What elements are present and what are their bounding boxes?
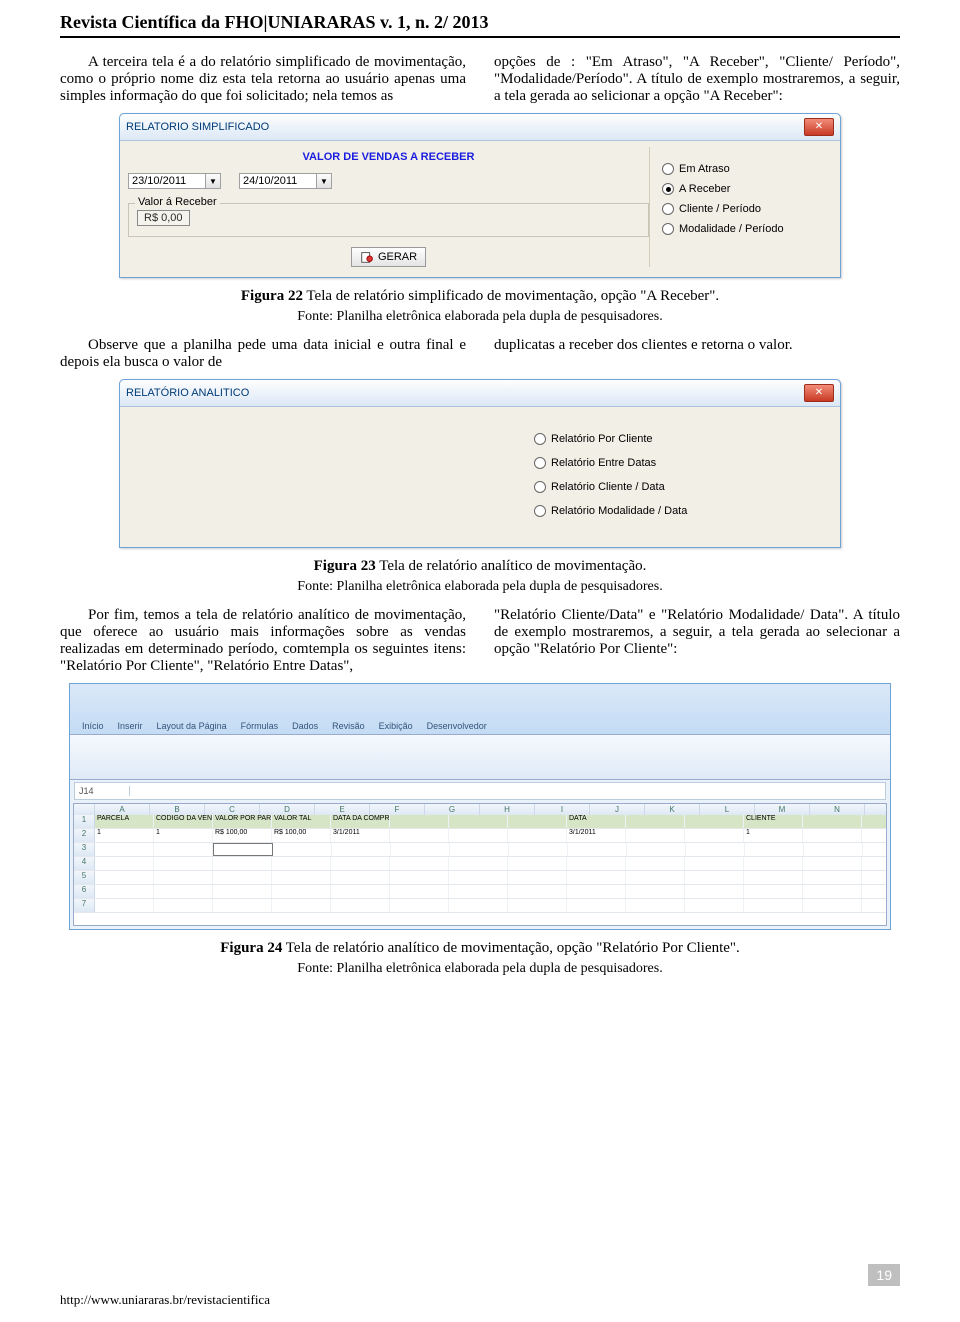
fig24-caption: Figura 24 Tela de relatório analítico de… [60, 940, 900, 957]
gerar-label: GERAR [378, 251, 417, 263]
opt-rel-modalidade-data[interactable]: Relatório Modalidade / Data [534, 505, 834, 517]
ribbon-tab[interactable]: Layout da Página [151, 718, 233, 734]
ribbon-tab[interactable]: Início [76, 718, 110, 734]
footer-url: http://www.uniararas.br/revistacientific… [60, 1292, 270, 1308]
formula-bar[interactable]: J14 [74, 782, 886, 800]
opt-modalidade-periodo[interactable]: Modalidade / Período [662, 223, 832, 235]
table-header-row: 1 PARCELACÓDIGO DA VENDAVALOR POR PARCEL… [74, 815, 886, 829]
opt-label: Modalidade / Período [679, 223, 784, 235]
fig22-options: Em Atraso A Receber Cliente / Período Mo… [649, 147, 832, 267]
valor-group: Valor á Receber R$ 0,00 [128, 203, 649, 237]
excel-ribbon-tabs: Início Inserir Layout da Página Fórmulas… [70, 684, 890, 735]
close-icon[interactable]: ✕ [804, 118, 834, 136]
fig23-window: RELATÓRIO ANALITICO ✕ Relatório Por Clie… [119, 379, 841, 548]
date-end[interactable]: ▼ [239, 173, 332, 189]
cell-reference[interactable]: J14 [75, 786, 130, 796]
ribbon-tab[interactable]: Dados [286, 718, 324, 734]
chevron-down-icon[interactable]: ▼ [317, 173, 332, 189]
paragraph-3-left: Por fim, temos a tela de relatório analí… [60, 607, 466, 675]
ribbon-tab[interactable]: Inserir [112, 718, 149, 734]
page-number: 19 [868, 1264, 900, 1286]
opt-rel-cliente-data[interactable]: Relatório Cliente / Data [534, 481, 834, 493]
close-icon[interactable]: ✕ [804, 384, 834, 402]
date-start-input[interactable] [128, 173, 206, 189]
fig24-excel: Início Inserir Layout da Página Fórmulas… [69, 683, 891, 930]
report-icon [360, 250, 374, 264]
fig22-fonte: Fonte: Planilha eletrônica elaborada pel… [60, 309, 900, 325]
valor-group-legend: Valor á Receber [135, 196, 220, 208]
ribbon-tab[interactable]: Desenvolvedor [421, 718, 493, 734]
table-row[interactable]: 6 [74, 885, 886, 899]
date-end-input[interactable] [239, 173, 317, 189]
table-row[interactable]: 3 [74, 843, 886, 857]
fig22-caption: Figura 22 Tela de relatório simplificado… [60, 288, 900, 305]
opt-rel-por-cliente[interactable]: Relatório Por Cliente [534, 433, 834, 445]
fig23-title: RELATÓRIO ANALITICO [126, 387, 249, 399]
opt-label: A Receber [679, 183, 730, 195]
fig23-options: Relatório Por Cliente Relatório Entre Da… [534, 417, 834, 533]
date-start[interactable]: ▼ [128, 173, 221, 189]
fig24-fonte: Fonte: Planilha eletrônica elaborada pel… [60, 961, 900, 977]
ribbon-tab[interactable]: Fórmulas [235, 718, 285, 734]
opt-em-atraso[interactable]: Em Atraso [662, 163, 832, 175]
paragraph-1-left: A terceira tela é a do relatório simplif… [60, 54, 466, 105]
excel-sheet[interactable]: ABCDEFGHIJKLMN 1 PARCELACÓDIGO DA VENDAV… [73, 803, 887, 926]
opt-a-receber[interactable]: A Receber [662, 183, 832, 195]
journal-header: Revista Científica da FHO|UNIARARAS v. 1… [60, 12, 900, 38]
column-headers: ABCDEFGHIJKLMN [74, 804, 886, 815]
opt-label: Relatório Modalidade / Data [551, 505, 687, 517]
table-row[interactable]: 4 [74, 857, 886, 871]
opt-label: Relatório Por Cliente [551, 433, 653, 445]
paragraph-1-right: opções de : "Em Atraso", "A Receber", "C… [494, 54, 900, 105]
fig22-title: RELATORIO SIMPLIFICADO [126, 121, 269, 133]
gerar-button[interactable]: GERAR [351, 247, 426, 267]
fig22-banner: VALOR DE VENDAS A RECEBER [128, 151, 649, 163]
table-row[interactable]: 2 11R$ 100,00R$ 100,003/1/20113/1/20111 [74, 829, 886, 843]
opt-label: Relatório Entre Datas [551, 457, 656, 469]
fig22-window: RELATORIO SIMPLIFICADO ✕ VALOR DE VENDAS… [119, 113, 841, 278]
fig23-caption: Figura 23 Tela de relatório analítico de… [60, 558, 900, 575]
table-row[interactable]: 5 [74, 871, 886, 885]
paragraph-3-right: "Relatório Cliente/Data" e "Relatório Mo… [494, 607, 900, 675]
opt-cliente-periodo[interactable]: Cliente / Período [662, 203, 832, 215]
paragraph-2-left: Observe que a planilha pede uma data ini… [60, 337, 466, 371]
paragraph-2-right: duplicatas a receber dos clientes e reto… [494, 337, 900, 371]
opt-label: Cliente / Período [679, 203, 761, 215]
opt-label: Em Atraso [679, 163, 730, 175]
opt-rel-entre-datas[interactable]: Relatório Entre Datas [534, 457, 834, 469]
excel-ribbon-content [70, 735, 890, 780]
chevron-down-icon[interactable]: ▼ [206, 173, 221, 189]
opt-label: Relatório Cliente / Data [551, 481, 665, 493]
ribbon-tab[interactable]: Revisão [326, 718, 371, 734]
valor-value: R$ 0,00 [137, 210, 190, 226]
ribbon-tab[interactable]: Exibição [373, 718, 419, 734]
table-row[interactable]: 7 [74, 899, 886, 913]
fig23-fonte: Fonte: Planilha eletrônica elaborada pel… [60, 579, 900, 595]
